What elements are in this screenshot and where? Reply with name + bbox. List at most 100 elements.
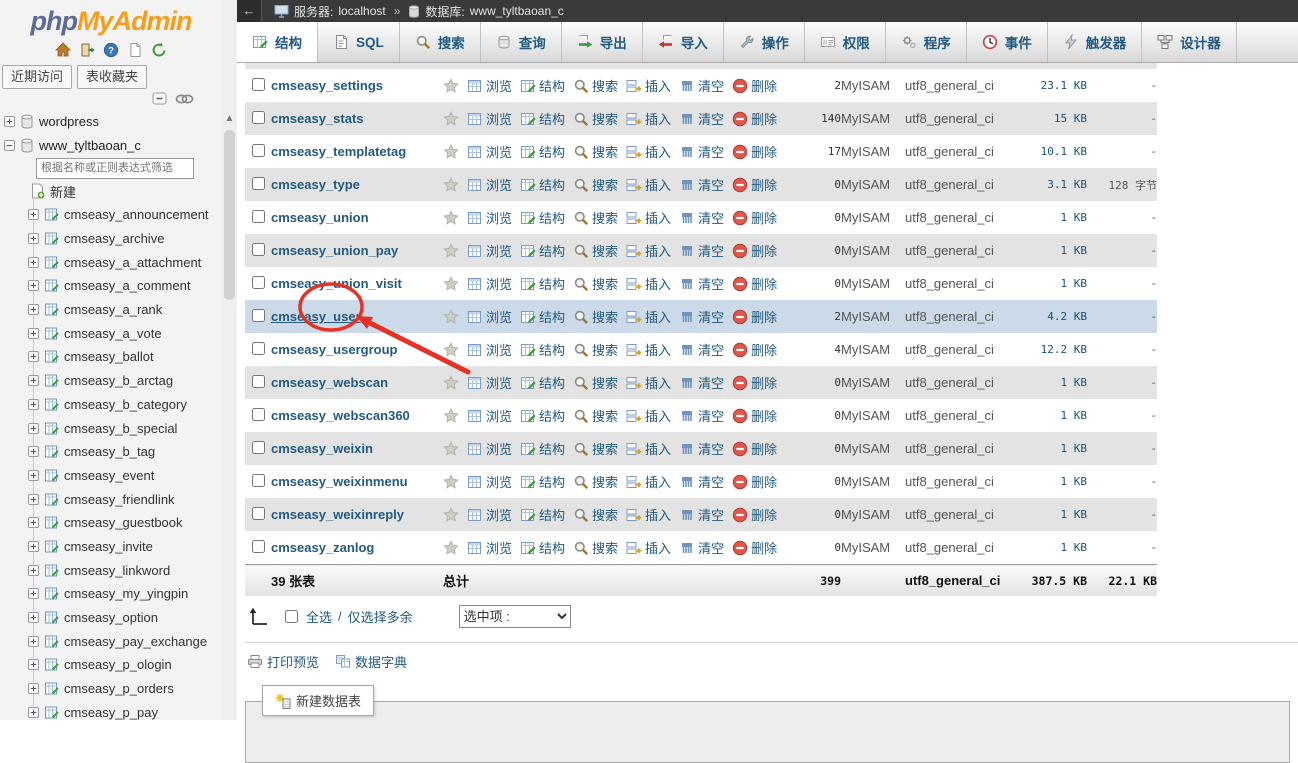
row-checkbox[interactable] (252, 144, 265, 157)
tree-table-link[interactable]: cmseasy_my_yingpin (64, 586, 188, 601)
tab-SQL[interactable]: SQL (318, 22, 400, 62)
action-empty-link[interactable]: 清空 (679, 439, 724, 458)
action-browse-link[interactable]: 浏览 (467, 241, 512, 260)
action-structure-link[interactable]: 结构 (520, 109, 565, 128)
action-drop-link[interactable]: 删除 (732, 307, 777, 326)
action-drop-link[interactable]: 删除 (732, 175, 777, 194)
action-search-link[interactable]: 搜索 (573, 406, 618, 425)
expand-plus-icon[interactable] (28, 565, 39, 576)
tree-table-link[interactable]: cmseasy_announcement (64, 207, 209, 222)
action-structure-link[interactable]: 结构 (520, 208, 565, 227)
table-name-link[interactable]: cmseasy_weixin (271, 441, 373, 456)
action-insert-link[interactable]: 插入 (626, 340, 671, 359)
expand-plus-icon[interactable] (28, 659, 39, 670)
database-link[interactable]: www_tyltbaoan_c (470, 4, 564, 18)
favorite-star-icon[interactable] (443, 78, 459, 93)
check-overhead-link[interactable]: 仅选择多余 (348, 607, 413, 626)
action-search-link[interactable]: 搜索 (573, 142, 618, 161)
action-insert-link[interactable]: 插入 (626, 439, 671, 458)
action-structure-link[interactable]: 结构 (520, 472, 565, 491)
action-search-link[interactable]: 搜索 (573, 307, 618, 326)
action-insert-link[interactable]: 插入 (626, 406, 671, 425)
database-link[interactable]: www_tyltbaoan_c (39, 138, 141, 153)
action-drop-link[interactable]: 删除 (732, 241, 777, 260)
check-all-checkbox[interactable] (285, 610, 298, 623)
expand-plus-icon[interactable] (28, 636, 39, 647)
action-insert-link[interactable]: 插入 (626, 76, 671, 95)
data-dictionary-link[interactable]: 数据字典 (335, 652, 407, 671)
action-empty-link[interactable]: 清空 (679, 406, 724, 425)
action-insert-link[interactable]: 插入 (626, 472, 671, 491)
collapse-all-icon[interactable] (152, 92, 168, 106)
action-browse-link[interactable]: 浏览 (467, 406, 512, 425)
expand-plus-icon[interactable] (28, 351, 39, 362)
table-name-link[interactable]: cmseasy_union_visit (271, 276, 402, 291)
action-drop-link[interactable]: 删除 (732, 439, 777, 458)
table-name-link[interactable]: cmseasy_union_pay (271, 243, 398, 258)
table-name-link[interactable]: cmseasy_union (271, 210, 369, 225)
action-empty-link[interactable]: 清空 (679, 505, 724, 524)
tree-table-link[interactable]: cmseasy_b_arctag (64, 373, 173, 388)
tab-查询[interactable]: 查询 (481, 22, 562, 62)
action-structure-link[interactable]: 结构 (520, 439, 565, 458)
expand-plus-icon[interactable] (28, 588, 39, 599)
action-browse-link[interactable]: 浏览 (467, 439, 512, 458)
action-insert-link[interactable]: 插入 (626, 373, 671, 392)
tree-filter-input[interactable] (36, 158, 194, 179)
table-name-link[interactable]: cmseasy_settings (271, 78, 383, 93)
action-empty-link[interactable]: 清空 (679, 76, 724, 95)
action-browse-link[interactable]: 浏览 (467, 175, 512, 194)
favorite-star-icon[interactable] (443, 177, 459, 192)
tree-table-link[interactable]: cmseasy_a_comment (64, 278, 190, 293)
row-checkbox[interactable] (252, 276, 265, 289)
tree-table-link[interactable]: cmseasy_event (64, 468, 154, 483)
action-browse-link[interactable]: 浏览 (467, 472, 512, 491)
tab-结构[interactable]: 结构 (237, 22, 318, 62)
action-structure-link[interactable]: 结构 (520, 142, 565, 161)
expand-plus-icon[interactable] (28, 470, 39, 481)
table-name-link[interactable]: cmseasy_user (271, 309, 361, 324)
action-browse-link[interactable]: 浏览 (467, 142, 512, 161)
table-name-link[interactable]: cmseasy_weixinmenu (271, 474, 408, 489)
action-browse-link[interactable]: 浏览 (467, 274, 512, 293)
tab-favorites[interactable]: 表收藏夹 (77, 65, 147, 89)
action-search-link[interactable]: 搜索 (573, 373, 618, 392)
expand-plus-icon[interactable] (28, 612, 39, 623)
action-browse-link[interactable]: 浏览 (467, 109, 512, 128)
expand-plus-icon[interactable] (28, 446, 39, 457)
action-insert-link[interactable]: 插入 (626, 505, 671, 524)
action-drop-link[interactable]: 删除 (732, 76, 777, 95)
action-search-link[interactable]: 搜索 (573, 241, 618, 260)
row-checkbox[interactable] (252, 111, 265, 124)
action-drop-link[interactable]: 删除 (732, 208, 777, 227)
tree-table-link[interactable]: cmseasy_pay_exchange (64, 634, 207, 649)
tree-table-link[interactable]: cmseasy_p_ologin (64, 657, 172, 672)
database-link[interactable]: wordpress (39, 114, 99, 129)
tree-table-link[interactable]: cmseasy_b_category (64, 397, 187, 412)
action-drop-link[interactable]: 删除 (732, 373, 777, 392)
tree-table-link[interactable]: cmseasy_linkword (64, 563, 170, 578)
action-browse-link[interactable]: 浏览 (467, 208, 512, 227)
tab-搜索[interactable]: 搜索 (400, 22, 481, 62)
action-insert-link[interactable]: 插入 (626, 142, 671, 161)
tab-导出[interactable]: 导出 (562, 22, 643, 62)
action-browse-link[interactable]: 浏览 (467, 76, 512, 95)
phpmyadmin-logo[interactable]: phpMyAdmin (0, 0, 222, 40)
action-search-link[interactable]: 搜索 (573, 472, 618, 491)
expand-plus-icon[interactable] (28, 328, 39, 339)
favorite-star-icon[interactable] (443, 441, 459, 456)
row-checkbox[interactable] (252, 507, 265, 520)
expand-plus-icon[interactable] (28, 280, 39, 291)
exit-icon[interactable] (79, 42, 95, 58)
favorite-star-icon[interactable] (443, 408, 459, 423)
action-structure-link[interactable]: 结构 (520, 241, 565, 260)
action-structure-link[interactable]: 结构 (520, 274, 565, 293)
action-browse-link[interactable]: 浏览 (467, 340, 512, 359)
favorite-star-icon[interactable] (443, 309, 459, 324)
expand-plus-icon[interactable] (28, 541, 39, 552)
action-drop-link[interactable]: 删除 (732, 109, 777, 128)
table-name-link[interactable]: cmseasy_weixinreply (271, 507, 404, 522)
table-name-link[interactable]: cmseasy_type (271, 177, 360, 192)
with-selected-select[interactable]: 选中项 : (459, 605, 571, 628)
expand-plus-icon[interactable] (28, 494, 39, 505)
